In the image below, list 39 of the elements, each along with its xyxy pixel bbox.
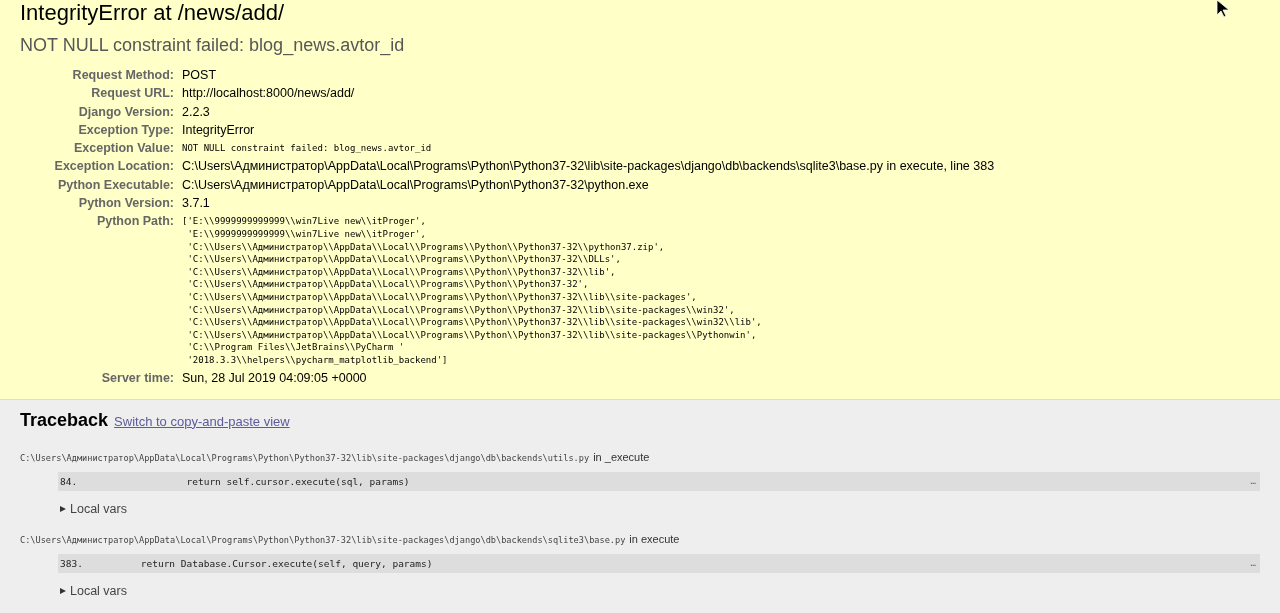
- meta-value: 2.2.3: [182, 103, 211, 121]
- frame-file-path: C:\Users\Администратор\AppData\Local\Programs\Python\Python37-32\lib\site-packages\django\db\backends\sqlite3\base.py: [20, 534, 626, 545]
- meta-value: http://localhost:8000/news/add/: [182, 85, 356, 103]
- meta-value: Sun, 28 Jul 2019 04:09:05 +0000: [182, 369, 368, 387]
- line-number: 383.: [60, 557, 84, 569]
- local-vars-toggle[interactable]: Local vars: [60, 501, 127, 516]
- meta-label: Exception Location:: [53, 158, 174, 176]
- meta-label: Request URL:: [90, 85, 174, 103]
- error-title: IntegrityError at /news/add/: [20, 0, 285, 26]
- meta-value: NOT NULL constraint failed: blog_news.avtor_id: [182, 142, 433, 156]
- meta-value: C:\Users\Администратор\AppData\Local\Programs\Python\Python37-32\lib\site-packages\django\db\backends\sqlite3\base.py in execute, line 383: [182, 158, 996, 176]
- triangle-icon: [60, 505, 66, 512]
- frame-file-path: C:\Users\Администратор\AppData\Local\Programs\Python\Python37-32\lib\site-packages\django\db\backends\utils.py: [20, 452, 590, 463]
- meta-label: Django Version:: [77, 103, 174, 121]
- line-number: 84.: [60, 475, 79, 487]
- mouse-cursor-icon: [1216, 0, 1230, 18]
- frame-function: in execute: [629, 532, 680, 545]
- code-text: return Database.Cursor.execute(self, query, params): [139, 557, 434, 569]
- code-text: return self.cursor.execute(sql, params): [185, 475, 411, 487]
- meta-label: Exception Value:: [72, 140, 174, 158]
- meta-value: IntegrityError: [182, 121, 256, 139]
- traceback-heading: Traceback: [20, 409, 109, 431]
- meta-value: C:\Users\Администратор\AppData\Local\Programs\Python\Python37-32\python.exe: [182, 176, 650, 194]
- more-context[interactable]: …: [1250, 476, 1256, 487]
- meta-label: Python Path:: [95, 213, 174, 231]
- meta-value: 3.7.1: [182, 195, 211, 213]
- meta-label: Python Executable:: [57, 176, 174, 194]
- frame-function: in _execute: [593, 450, 650, 463]
- local-vars-toggle[interactable]: Local vars: [60, 583, 127, 598]
- meta-label: Request Method:: [71, 67, 174, 84]
- error-message: NOT NULL constraint failed: blog_news.avtor_id: [20, 34, 406, 56]
- meta-label: Server time:: [100, 369, 174, 387]
- triangle-icon: [60, 587, 66, 594]
- more-context[interactable]: …: [1250, 558, 1256, 569]
- meta-value: POST: [182, 67, 218, 84]
- python-path-value: ['E:\\9999999999999\\win7Live new\\itProger', 'E:\\9999999999999\\win7Live new\\itProger', 'C:\\Users\\Администратор\\AppData\\Local\\Programs\\Python\\Python37-32\\python37.zip', 'C:\\Users\\Администратор\\AppData\\Local\\Programs\\Python\\Python37-32\\DLLs', 'C:\\Users\\Администратор\\AppData\\Local\\Programs\\Python\\Python37-32\\lib', 'C:\\Users\\Администратор\\AppData\\Local\\Programs\\Python\\Python37-32', 'C:\\Users\\Администратор\\AppData\\Local\\Programs\\Python\\Python37-32\\lib\\site-packages', 'C:\\Users\\Администратор\\AppData\\Local\\Programs\\Python\\Python37-32\\lib\\site-packages\\win32', 'C:\\Users\\Администратор\\AppData\\Local\\Programs\\Python\\Python37-32\\lib\\site-packages\\win32\\lib', 'C:\\Users\\Администратор\\AppData\\Local\\Programs\\Python\\Python37-32\\lib\\site-packages\\Pythonwin', 'C:\\Program Files\\JetBrains\\PyCharm ' '2018.3.3\\helpers\\pycharm_matplotlib_backend']: [182, 215, 763, 367]
- meta-label: Exception Type:: [77, 121, 174, 139]
- meta-label: Python Version:: [77, 195, 174, 213]
- copy-paste-view-link[interactable]: Switch to copy-and-paste view: [114, 413, 290, 429]
